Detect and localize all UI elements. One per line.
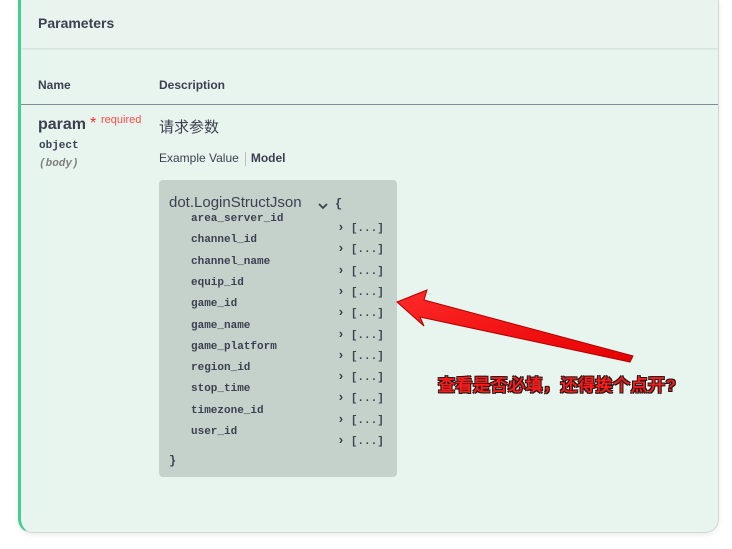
annotation-text: 查看是否必填，还得挨个点开? (438, 376, 677, 395)
annotation-arrow-icon (396, 289, 634, 363)
